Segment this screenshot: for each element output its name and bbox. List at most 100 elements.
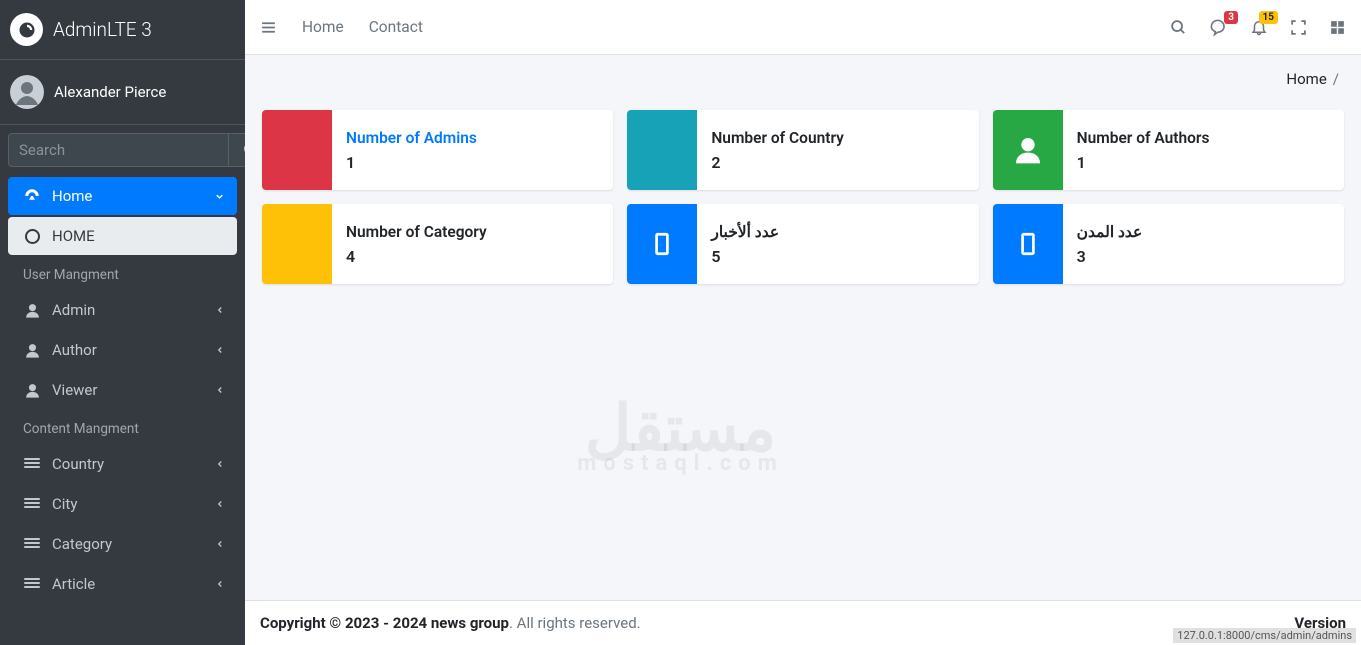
info-box-value: 1	[1077, 153, 1210, 172]
topnav: Home Contact 3 15	[245, 0, 1361, 55]
brand-logo-icon	[10, 13, 43, 46]
main: Home Contact 3 15 Home /	[245, 0, 1361, 645]
circle-icon	[20, 229, 44, 244]
sidebar-item-category[interactable]: Category	[8, 525, 237, 563]
info-box-authors[interactable]: Number of Authors 1	[993, 110, 1344, 190]
sidebar-item-label: HOME	[52, 227, 95, 245]
info-box-icon	[993, 204, 1063, 284]
content-boxes: Number of Admins 1 Number of Country 2 N…	[245, 88, 1361, 306]
notifications-badge: 15	[1259, 11, 1278, 24]
info-box-content: Number of Admins 1	[332, 110, 491, 190]
footer-company[interactable]: news group	[431, 614, 509, 632]
info-box-value: 1	[346, 153, 477, 172]
sidebar-item-label: City	[52, 495, 77, 513]
avatar	[10, 75, 44, 109]
user-name: Alexander Pierce	[54, 83, 166, 101]
chevron-left-icon	[215, 305, 225, 315]
brand-text: AdminLTE 3	[53, 18, 152, 41]
info-box-icon	[262, 110, 332, 190]
info-box-value: 2	[711, 153, 844, 172]
sidebar-item-label: Home	[52, 187, 92, 205]
topnav-messages-button[interactable]: 3	[1209, 18, 1228, 37]
dashboard-icon	[20, 187, 44, 205]
search-button[interactable]	[229, 133, 245, 167]
info-box-title: عدد ألأخبار	[711, 223, 779, 241]
chevron-left-icon	[215, 345, 225, 355]
sidebar-search	[0, 125, 245, 175]
nav-header-content: Content Mangment	[8, 411, 237, 443]
brand[interactable]: AdminLTE 3	[0, 0, 245, 60]
info-box-icon	[627, 110, 697, 190]
flag-icon	[20, 577, 44, 591]
info-box-content: Number of Category 4	[332, 204, 501, 284]
mobile-icon	[1015, 231, 1041, 257]
sidebar-item-viewer[interactable]: Viewer	[8, 371, 237, 409]
topnav-notifications-button[interactable]: 15	[1250, 18, 1268, 36]
info-box-content: Number of Authors 1	[1063, 110, 1224, 190]
info-box-title: Number of Country	[711, 129, 844, 147]
sidebar-item-admin[interactable]: Admin	[8, 291, 237, 329]
sidebar-item-label: Author	[52, 341, 97, 359]
info-box-content: عدد المدن 3	[1063, 204, 1157, 284]
status-url: 127.0.0.1:8000/cms/admin/admins	[1173, 628, 1356, 643]
nav-header-users: User Mangment	[8, 257, 237, 289]
footer-copyright: Copyright © 2023 - 2024 news group. All …	[260, 614, 641, 632]
search-input[interactable]	[8, 133, 229, 167]
sidebar-item-author[interactable]: Author	[8, 331, 237, 369]
chevron-left-icon	[215, 499, 225, 509]
sidebar-item-label: Category	[52, 535, 112, 553]
sidebar-item-article[interactable]: Article	[8, 565, 237, 603]
sidebar-item-home[interactable]: Home	[8, 177, 237, 215]
grid-icon	[1329, 19, 1346, 36]
chevron-left-icon	[215, 579, 225, 589]
info-box-country[interactable]: Number of Country 2	[627, 110, 978, 190]
flag-icon	[20, 537, 44, 551]
topnav-search-button[interactable]	[1170, 19, 1187, 36]
footer-suffix: . All rights reserved.	[509, 614, 641, 632]
user-icon	[20, 342, 44, 359]
topnav-link-contact[interactable]: Contact	[369, 18, 423, 36]
user-icon	[20, 302, 44, 319]
breadcrumb-home[interactable]: Home	[1286, 70, 1326, 88]
chevron-left-icon	[215, 459, 225, 469]
info-box-icon	[262, 204, 332, 284]
chevron-down-icon	[214, 191, 225, 202]
sidebar-item-label: Admin	[52, 301, 95, 319]
info-box-icon	[627, 204, 697, 284]
info-box-category[interactable]: Number of Category 4	[262, 204, 613, 284]
menu-toggle-button[interactable]	[260, 19, 277, 36]
user-panel[interactable]: Alexander Pierce	[0, 60, 245, 125]
sidebar-item-label: Country	[52, 455, 104, 473]
nav-menu: Home HOME User Mangment Admin Author	[0, 177, 245, 603]
info-box-admins[interactable]: Number of Admins 1	[262, 110, 613, 190]
chevron-left-icon	[215, 385, 225, 395]
info-box-icon	[993, 110, 1063, 190]
flag-icon	[20, 457, 44, 471]
info-box-value: 3	[1077, 247, 1143, 266]
info-box-title: Number of Authors	[1077, 129, 1210, 147]
topnav-link-home[interactable]: Home	[302, 18, 344, 36]
sidebar-item-home-sub[interactable]: HOME	[8, 217, 237, 255]
info-box-content: عدد ألأخبار 5	[697, 204, 793, 284]
breadcrumb-separator: /	[1333, 70, 1339, 88]
info-box-news[interactable]: عدد ألأخبار 5	[627, 204, 978, 284]
sidebar-item-country[interactable]: Country	[8, 445, 237, 483]
topnav-grid-button[interactable]	[1329, 19, 1346, 36]
info-box-cities[interactable]: عدد المدن 3	[993, 204, 1344, 284]
flag-icon	[20, 497, 44, 511]
user-icon	[1012, 134, 1044, 166]
expand-icon	[1290, 19, 1307, 36]
info-box-value: 4	[346, 247, 487, 266]
info-box-value: 5	[711, 247, 779, 266]
info-box-title: عدد المدن	[1077, 223, 1143, 241]
info-box-content: Number of Country 2	[697, 110, 858, 190]
topnav-fullscreen-button[interactable]	[1290, 19, 1307, 36]
info-box-title[interactable]: Number of Admins	[346, 129, 477, 147]
bars-icon	[260, 19, 277, 36]
user-icon	[20, 382, 44, 399]
topnav-right: 3 15	[1170, 18, 1346, 37]
info-box-title: Number of Category	[346, 223, 487, 241]
messages-badge: 3	[1224, 11, 1238, 24]
sidebar-item-city[interactable]: City	[8, 485, 237, 523]
sidebar-item-label: Viewer	[52, 381, 97, 399]
